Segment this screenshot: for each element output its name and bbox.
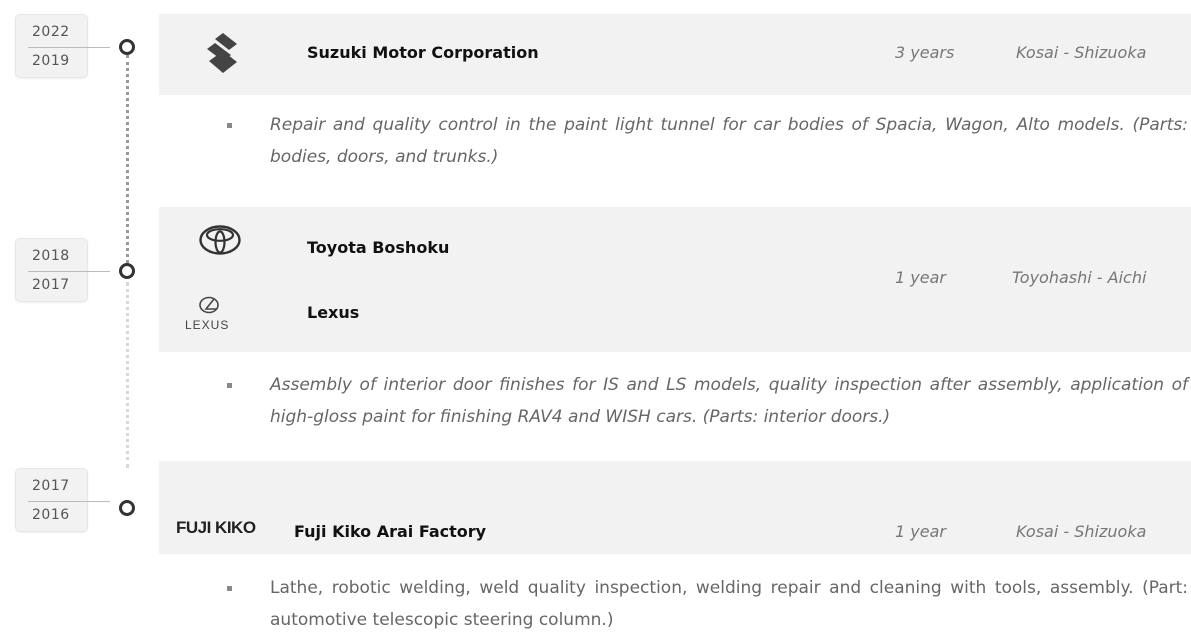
job-location: Kosai - Shizuoka [1016,43,1147,62]
year-divider [28,47,110,48]
job-location: Toyohashi - Aichi [1012,268,1147,287]
timeline-line [126,55,129,263]
job-description: Repair and quality control in the paint … [270,115,1188,167]
company-name-secondary: Lexus [307,303,360,322]
year-divider [28,501,110,502]
bullet-marker [227,383,232,388]
bullet-marker [227,123,232,128]
year-divider [28,271,110,272]
timeline-node [119,39,135,55]
lexus-logo-icon: LEXUS [184,294,234,342]
year-end: 2018 [32,248,70,264]
year-end: 2017 [32,478,70,494]
company-name: Suzuki Motor Corporation [307,43,539,62]
year-range-badge: 2022 2019 [15,14,110,78]
lexus-wordmark: LEXUS [185,318,230,332]
job-description: Lathe, robotic welding, weld quality ins… [270,578,1188,630]
job-location: Kosai - Shizuoka [1016,522,1147,541]
job-duration: 1 year [895,522,946,541]
job-description: Assembly of interior door finishes for I… [270,375,1188,427]
timeline-node [119,263,135,279]
year-range-badge: 2017 2016 [15,468,110,532]
suzuki-logo-icon [203,31,243,79]
job-duration: 1 year [895,268,946,287]
year-start: 2016 [32,507,70,523]
fuji-kiko-logo-icon: FUJI KIKO [176,518,256,537]
year-end: 2022 [32,24,70,40]
year-start: 2019 [32,53,70,69]
year-start: 2017 [32,277,70,293]
timeline-line-faded [126,282,129,468]
timeline-node [119,500,135,516]
year-range-badge: 2018 2017 [15,238,110,302]
job-duration: 3 years [895,43,955,62]
company-name: Toyota Boshoku [307,238,450,257]
company-name: Fuji Kiko Arai Factory [294,522,487,541]
bullet-marker [227,586,232,591]
toyota-logo-icon [198,224,242,260]
